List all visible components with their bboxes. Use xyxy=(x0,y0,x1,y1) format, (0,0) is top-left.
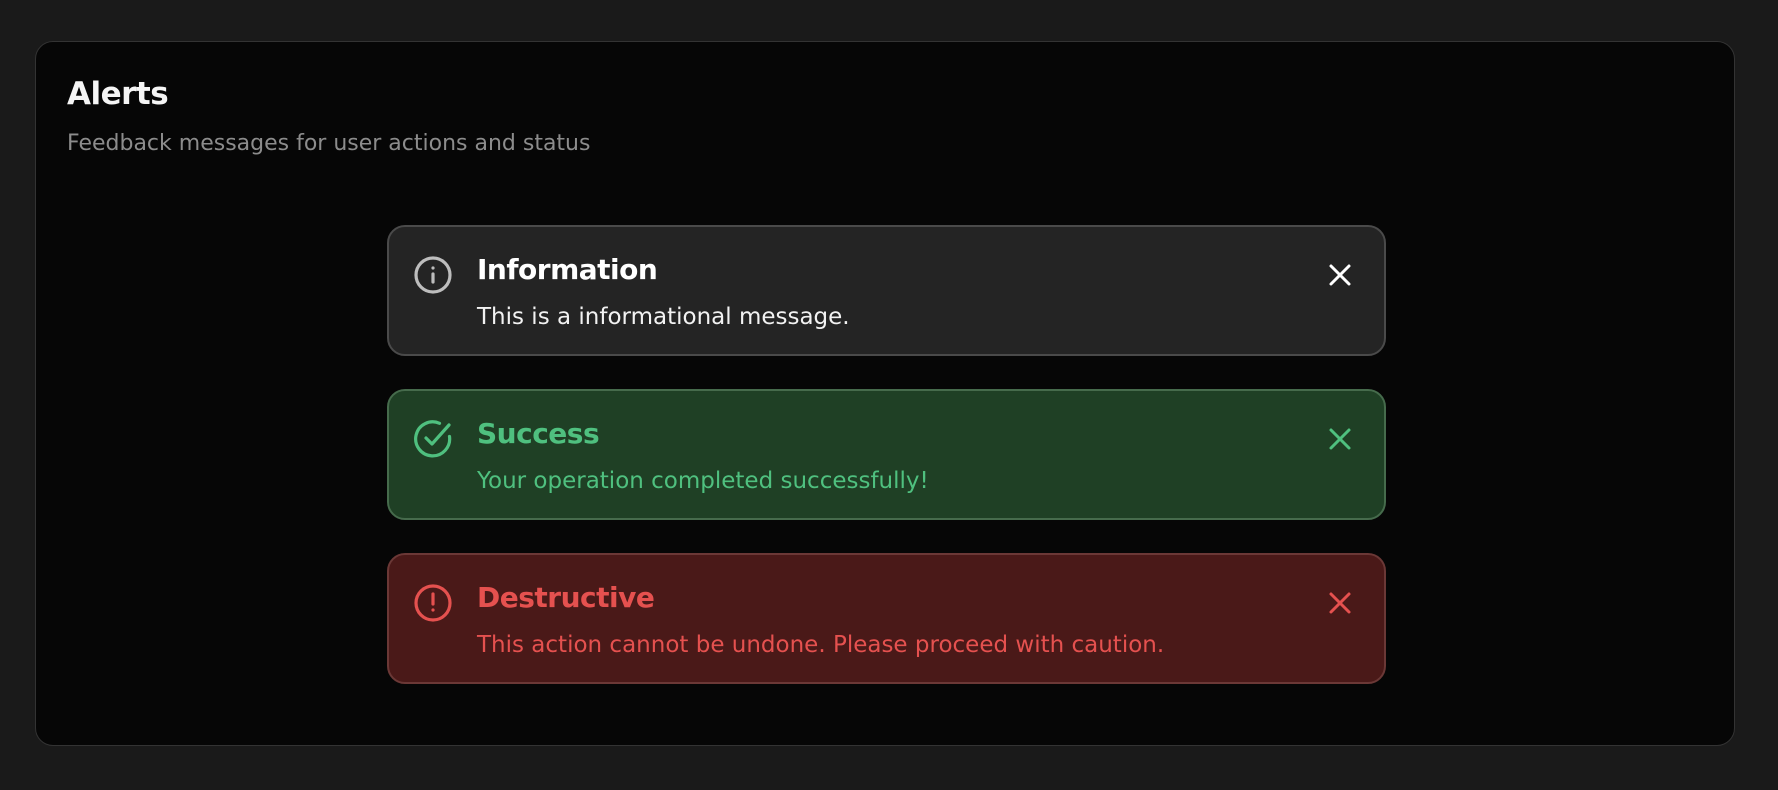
alert-circle-icon xyxy=(413,583,453,623)
alert-description: This action cannot be undone. Please pro… xyxy=(477,632,1165,658)
info-circle-icon xyxy=(413,255,453,295)
check-circle-icon xyxy=(413,419,453,459)
close-icon[interactable] xyxy=(1328,591,1352,615)
alert-description: Your operation completed successfully! xyxy=(477,468,929,494)
alert-information: Information This is a informational mess… xyxy=(387,225,1386,356)
alerts-card: Alerts Feedback messages for user action… xyxy=(35,41,1735,746)
card-subtitle: Feedback messages for user actions and s… xyxy=(67,131,591,156)
alert-title: Destructive xyxy=(477,581,655,614)
alert-destructive: Destructive This action cannot be undone… xyxy=(387,553,1386,684)
alert-title: Information xyxy=(477,253,658,286)
card-title: Alerts xyxy=(67,76,169,112)
close-icon[interactable] xyxy=(1328,263,1352,287)
alerts-list: Information This is a informational mess… xyxy=(387,225,1386,717)
alert-description: This is a informational message. xyxy=(477,304,850,330)
alert-success: Success Your operation completed success… xyxy=(387,389,1386,520)
close-icon[interactable] xyxy=(1328,427,1352,451)
alert-title: Success xyxy=(477,417,600,450)
